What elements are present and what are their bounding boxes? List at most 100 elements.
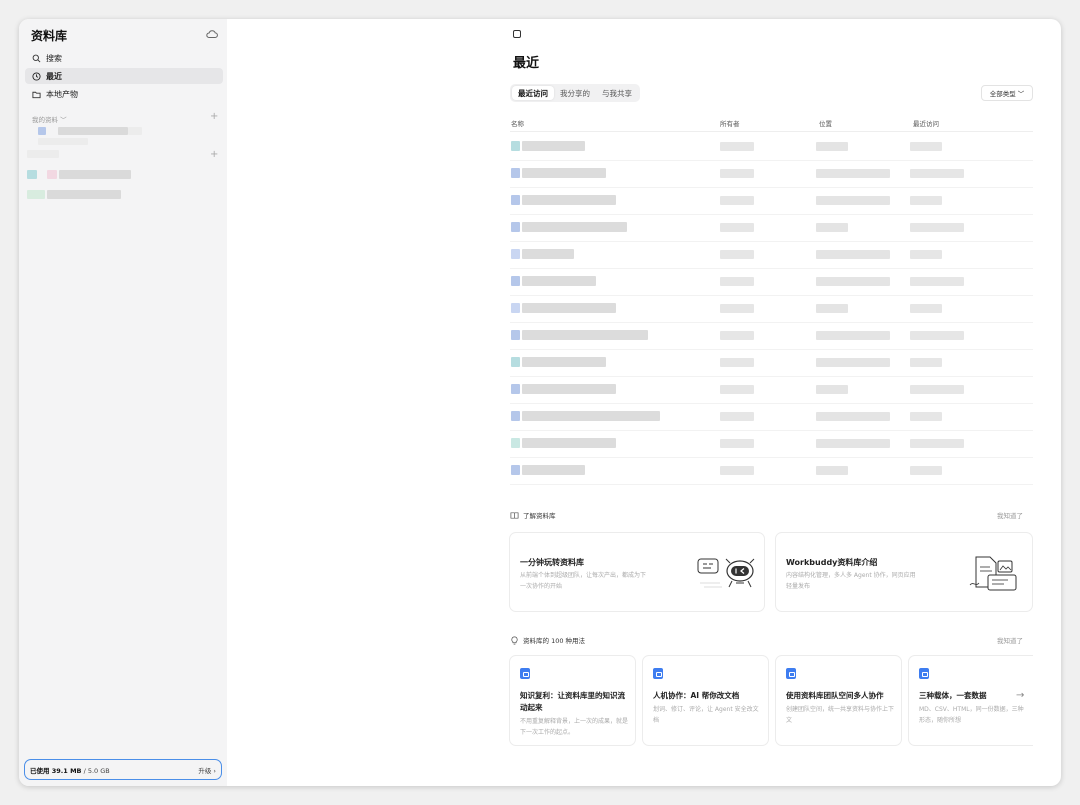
learn-card-intro[interactable]: Workbuddy资料库介绍 内容结构化管理，多人多 Agent 协作，同页应用… [775, 532, 1033, 612]
table-row[interactable] [510, 296, 1033, 323]
uses-dismiss-link[interactable]: 我知道了 [997, 635, 1023, 645]
table-row[interactable] [510, 431, 1033, 458]
uses-heading-text: 资料库的 100 种用法 [523, 637, 586, 645]
file-name [522, 384, 616, 394]
nav-recent-label: 最近 [46, 71, 62, 81]
file-last-visited [910, 304, 942, 313]
file-type-icon [511, 384, 520, 394]
storage-text: 已使用 39.1 MB / 5.0 GB [30, 765, 110, 775]
card-title: 使用资料库团队空间多人协作 [786, 691, 884, 700]
column-header-last-visited[interactable]: 最近访问 [913, 118, 939, 128]
table-row[interactable] [510, 134, 1033, 161]
lightbulb-icon [511, 636, 518, 644]
file-location [816, 331, 890, 340]
arrow-right-icon[interactable]: → [1016, 690, 1024, 701]
file-location [816, 277, 890, 286]
sidebar-toggle-icon[interactable] [513, 30, 521, 38]
file-location [816, 466, 848, 475]
tree-item-icon [38, 127, 46, 135]
file-location [816, 250, 890, 259]
sidebar: 资料库 搜索 最近 本地产物 我的资料 ﹀ + + 已使用 39.1 MB / … [19, 19, 227, 786]
card-desc: 内容结构化管理，多人多 Agent 协作，同页应用轻量发布 [786, 572, 916, 590]
tab-shared-with-me[interactable]: 与我共享 [596, 86, 638, 100]
tree-item[interactable] [47, 190, 121, 199]
page-title: 最近 [513, 56, 540, 71]
tree-item [38, 138, 88, 145]
table-row[interactable] [510, 242, 1033, 269]
table-row[interactable] [510, 215, 1033, 242]
file-type-icon [511, 303, 520, 313]
tab-bar: 最近访问 我分享的 与我共享 [510, 84, 640, 102]
card-title: 一分钟玩转资料库 [520, 558, 584, 567]
storage-usage[interactable]: 已使用 39.1 MB / 5.0 GB 升级 › [24, 759, 222, 780]
file-last-visited [910, 412, 942, 421]
tab-shared-by-me[interactable]: 我分享的 [554, 86, 596, 100]
upgrade-link[interactable]: 升级 › [198, 765, 216, 775]
table-header-divider [510, 131, 1033, 132]
tab-recent-visits[interactable]: 最近访问 [512, 86, 554, 100]
sidebar-title: 资料库 [31, 29, 68, 43]
add-icon[interactable]: + [210, 111, 218, 122]
use-card-three-formats[interactable]: 三种载体，一套数据 MD、CSV、HTML，同一份数据，三种形态，随你所想 [908, 655, 1033, 746]
file-owner [720, 358, 754, 367]
doc-icon [520, 668, 530, 679]
doc-icon [786, 668, 796, 679]
storage-total: / 5.0 GB [83, 766, 110, 775]
cloud-sync-icon[interactable] [206, 29, 218, 39]
file-type-icon [511, 465, 520, 475]
tree-item[interactable] [58, 127, 128, 135]
table-row[interactable] [510, 323, 1033, 350]
type-filter-dropdown[interactable]: 全部类型 ﹀ [981, 85, 1033, 101]
clock-icon [32, 71, 41, 81]
file-type-icon [511, 168, 520, 178]
card-title: 知识复利：让资料库里的知识流动起来 [520, 691, 625, 712]
table-row[interactable] [510, 269, 1033, 296]
file-location [816, 412, 890, 421]
file-owner [720, 439, 754, 448]
file-name [522, 411, 660, 421]
file-type-icon [511, 330, 520, 340]
file-last-visited [910, 277, 964, 286]
table-row[interactable] [510, 188, 1033, 215]
use-card-ai-collab[interactable]: 人机协作：AI 帮你改文档 划词、修订、评论，让 Agent 安全改文档 [642, 655, 769, 746]
column-header-name[interactable]: 名称 [511, 118, 524, 128]
tree-item[interactable] [27, 150, 59, 158]
nav-recent[interactable]: 最近 [25, 68, 223, 84]
file-owner [720, 331, 754, 340]
file-owner [720, 196, 754, 205]
table-row[interactable] [510, 458, 1033, 485]
doc-icon [919, 668, 929, 679]
learn-card-quickstart[interactable]: 一分钟玩转资料库 从前端个体到超级团队，让每次产出，都成为下一次协作的开始 [509, 532, 765, 612]
column-header-owner[interactable]: 所有者 [720, 118, 740, 128]
table-row[interactable] [510, 350, 1033, 377]
file-name [522, 438, 616, 448]
learn-dismiss-link[interactable]: 我知道了 [997, 510, 1023, 520]
file-name [522, 195, 616, 205]
use-card-knowledge[interactable]: 知识复利：让资料库里的知识流动起来 不用重复解释背景，上一次的成果，就是下一次工… [509, 655, 636, 746]
column-header-location[interactable]: 位置 [819, 118, 832, 128]
card-desc: MD、CSV、HTML，同一份数据，三种形态，随你所想 [919, 706, 1024, 724]
table-row[interactable] [510, 404, 1033, 431]
my-materials-label[interactable]: 我的资料 ﹀ [32, 114, 67, 124]
nav-local-artifacts[interactable]: 本地产物 [25, 86, 223, 102]
nav-search[interactable]: 搜索 [25, 50, 223, 66]
table-row[interactable] [510, 161, 1033, 188]
card-desc: 从前端个体到超级团队，让每次产出，都成为下一次协作的开始 [520, 572, 647, 590]
card-desc: 划词、修订、评论，让 Agent 安全改文档 [653, 706, 759, 724]
file-type-icon [511, 222, 520, 232]
file-last-visited [910, 385, 964, 394]
file-name [522, 303, 616, 313]
table-row[interactable] [510, 377, 1033, 404]
file-owner [720, 250, 754, 259]
card-title: 三种载体，一套数据 [919, 691, 987, 700]
use-card-team-space[interactable]: 使用资料库团队空间多人协作 创建团队空间，统一共享资料与协作上下文 [775, 655, 902, 746]
file-last-visited [910, 169, 964, 178]
add-icon[interactable]: + [210, 149, 218, 160]
file-owner [720, 169, 754, 178]
file-location [816, 196, 890, 205]
file-type-icon [511, 141, 520, 151]
file-location [816, 169, 890, 178]
tree-item[interactable] [59, 170, 131, 179]
file-type-icon [511, 249, 520, 259]
file-name [522, 465, 585, 475]
